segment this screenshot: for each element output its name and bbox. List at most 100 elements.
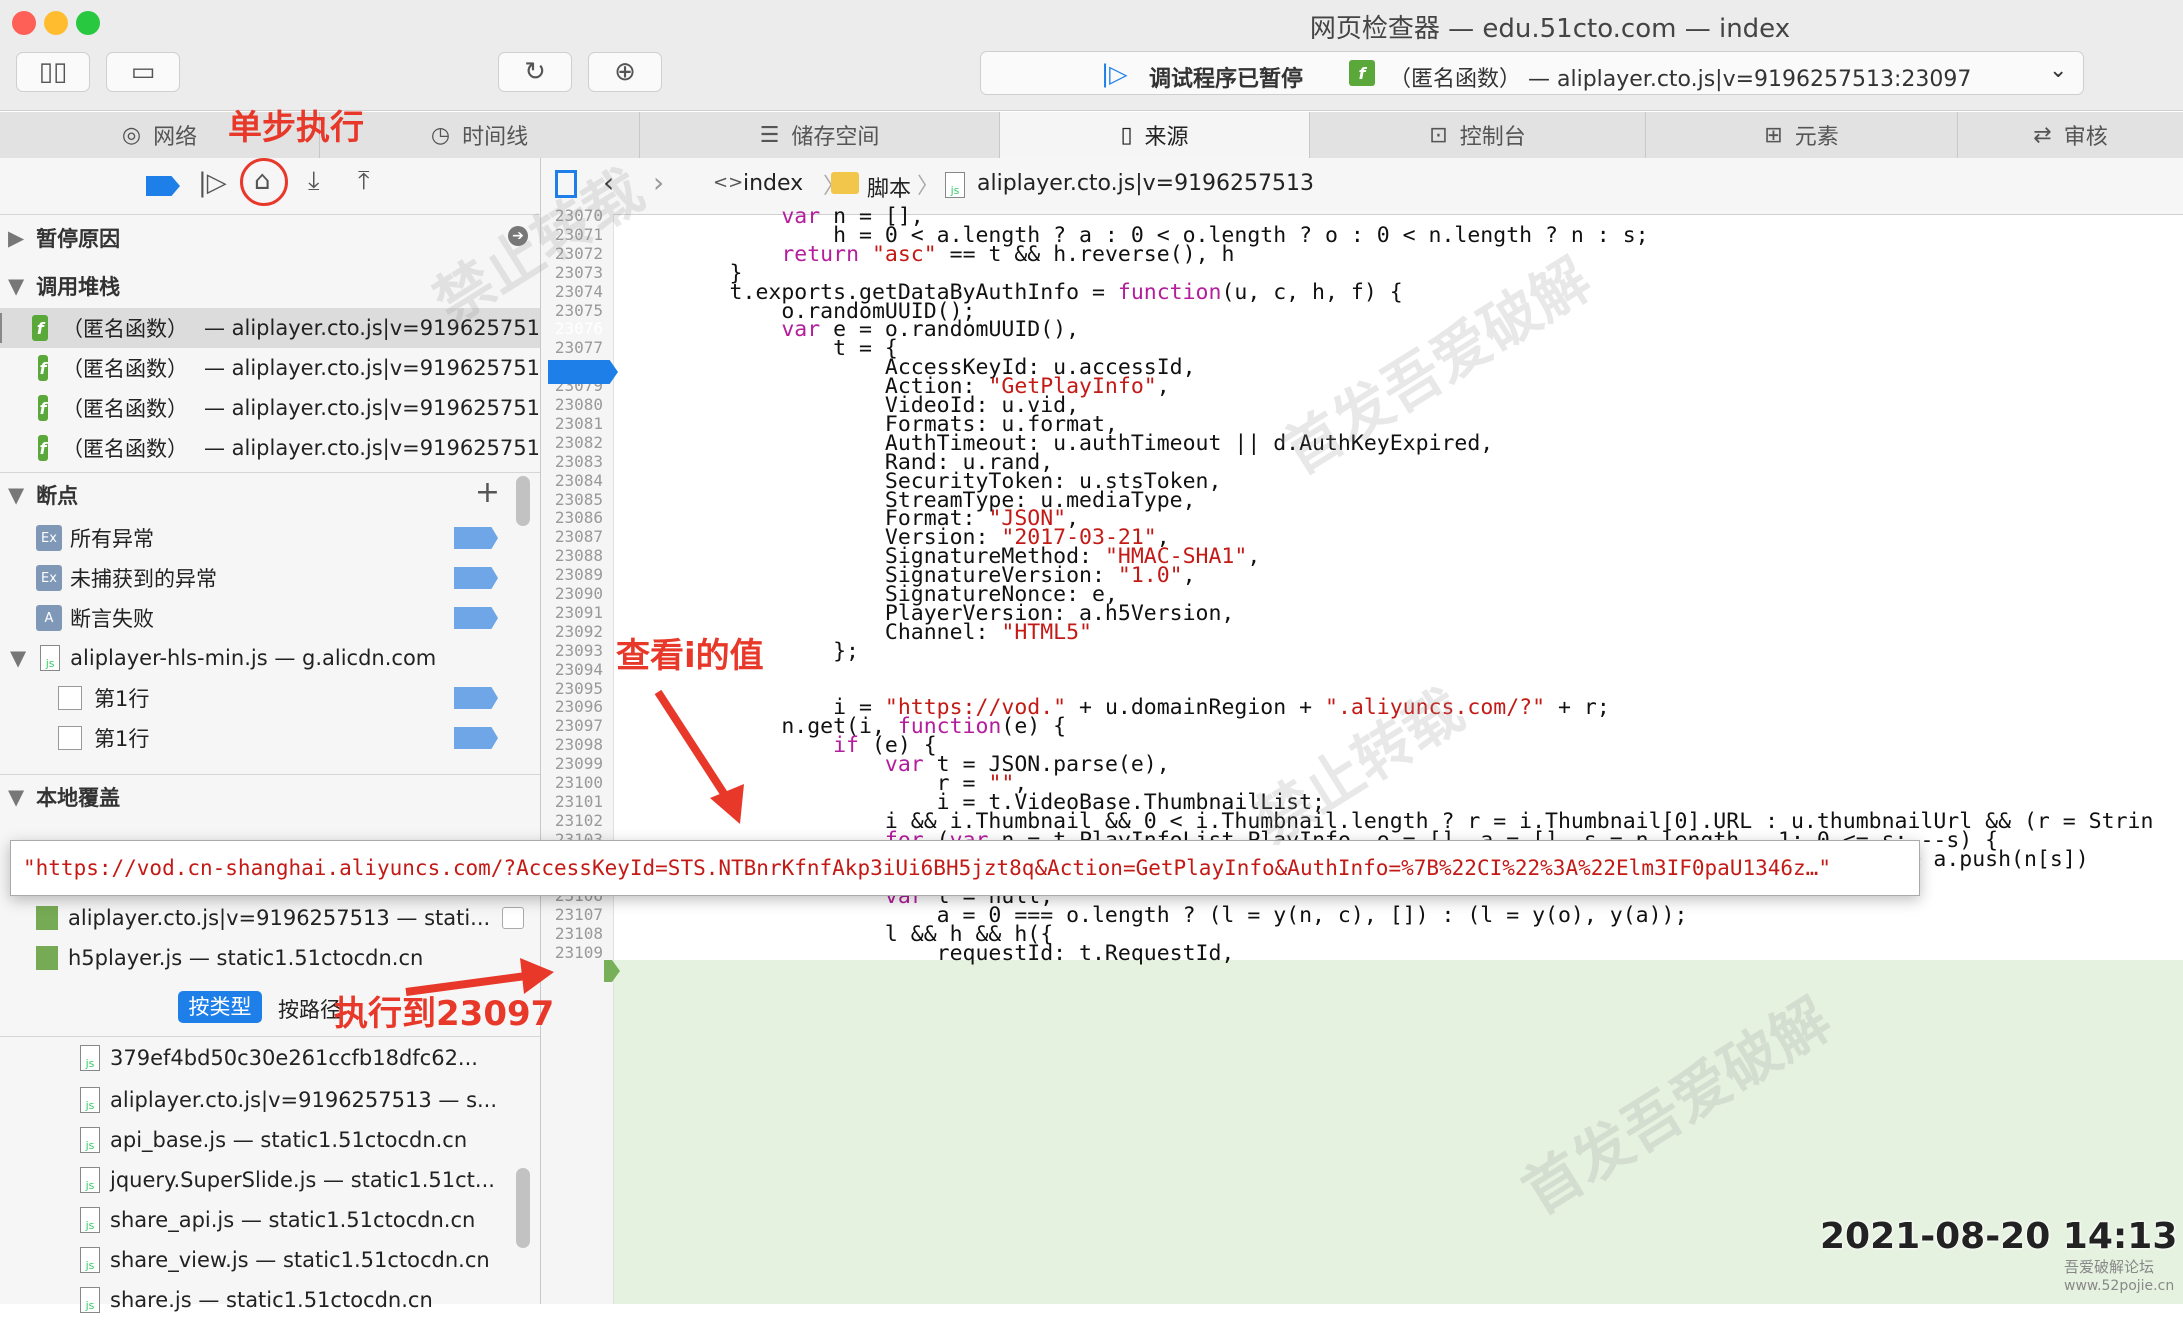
breakpoint-marker-icon[interactable] (548, 360, 618, 384)
line-number[interactable]: 23088 (541, 546, 603, 565)
line-number[interactable]: 23108 (541, 924, 603, 943)
breadcrumb-file[interactable]: aliplayer.cto.js|v=9196257513 (977, 171, 1314, 196)
breakpoint-marker-icon[interactable] (454, 527, 498, 549)
chevron-down-icon[interactable]: ⌄ (2049, 58, 2067, 83)
breakpoint-item[interactable]: Ex 所有异常 (0, 518, 540, 558)
line-number[interactable]: 23101 (541, 792, 603, 811)
file-item[interactable]: js share_api.js — static1.51ctocdn.cn (0, 1200, 540, 1240)
file-item[interactable]: js api_base.js — static1.51ctocdn.cn (0, 1120, 540, 1160)
breakpoint-line[interactable]: 第1行 (0, 678, 540, 718)
line-number[interactable]: 23074 (541, 282, 603, 301)
line-number[interactable]: 23089 (541, 565, 603, 584)
filter-by-type-button[interactable]: 按类型 (178, 991, 262, 1023)
line-number[interactable]: 23107 (541, 905, 603, 924)
document-icon: ▯ (1120, 122, 1133, 148)
reload-icon: ↻ (524, 57, 546, 87)
frame-name: （匿名函数） (61, 357, 188, 381)
call-stack-frame[interactable]: f （匿名函数） — aliplayer.cto.js|v=919625751 (0, 428, 540, 468)
line-number[interactable]: 23080 (541, 395, 603, 414)
breakpoint-marker-icon[interactable] (454, 727, 498, 749)
variable-value-popover[interactable]: "https://vod.cn-shanghai.aliyuncs.com/?A… (10, 840, 1920, 896)
breadcrumb-folder[interactable]: 脚本 (867, 171, 911, 203)
tab-elements[interactable]: ⊞ 元素 (1646, 112, 1958, 158)
file-label: share_api.js — static1.51ctocdn.cn (110, 1208, 476, 1232)
file-item[interactable]: js share.js — static1.51ctocdn.cn (0, 1280, 540, 1320)
line-number[interactable]: 23097 (541, 716, 603, 735)
line-number[interactable]: 23082 (541, 433, 603, 452)
js-file-icon: js (80, 1247, 100, 1273)
reload-button[interactable]: ↻ (498, 52, 572, 92)
add-breakpoint-icon[interactable]: + (475, 475, 500, 510)
tab-audit[interactable]: ⇄ 审核 (1958, 112, 2183, 158)
tab-timeline-label: 时间线 (462, 125, 529, 150)
line-number[interactable]: 23076 (541, 319, 603, 338)
call-stack-frame[interactable]: f （匿名函数） — aliplayer.cto.js|v=919625751 (0, 348, 540, 388)
override-label: h5player.js — static1.51ctocdn.cn (68, 946, 424, 970)
line-number[interactable]: 23099 (541, 754, 603, 773)
step-into-icon[interactable]: ⤓ (308, 166, 320, 197)
file-item[interactable]: js share_view.js — static1.51ctocdn.cn (0, 1240, 540, 1280)
line-number[interactable]: 23096 (541, 697, 603, 716)
paused-frame-label: （匿名函数） — aliplayer.cto.js|v=9196257513:2… (1389, 67, 1972, 92)
call-stack-frame[interactable]: f （匿名函数） — aliplayer.cto.js|v=919625751 (0, 388, 540, 428)
minimize-window-button[interactable] (44, 11, 68, 35)
download-button[interactable]: ⊕ (588, 52, 662, 92)
dock-bottom-button[interactable]: ▭ (106, 52, 180, 92)
line-number[interactable]: 23095 (541, 679, 603, 698)
filter-by-path-button[interactable]: 按路径 (278, 994, 341, 1024)
dock-bottom-icon: ▭ (130, 57, 156, 87)
tab-console[interactable]: ⊡ 控制台 (1310, 112, 1646, 158)
breakpoint-line[interactable]: 第1行 (0, 718, 540, 758)
line-number[interactable]: 23084 (541, 471, 603, 490)
file-item[interactable]: js aliplayer.cto.js|v=9196257513 — s... (0, 1080, 540, 1120)
step-out-icon[interactable]: ⤒ (358, 166, 370, 197)
line-number[interactable]: 23075 (541, 301, 603, 320)
dock-side-button[interactable]: ▯▯ (16, 52, 90, 92)
breakpoint-marker-icon[interactable] (454, 687, 498, 709)
line-number[interactable]: 23092 (541, 622, 603, 641)
continue-button-icon[interactable]: |▷ (198, 168, 227, 198)
local-overrides-label: 本地覆盖 (36, 786, 121, 810)
line-number[interactable]: 23077 (541, 338, 603, 357)
line-number[interactable]: 23091 (541, 603, 603, 622)
chevron-down-icon: ▼ (10, 646, 27, 670)
forward-icon[interactable]: › (653, 166, 664, 199)
tab-storage[interactable]: ☰ 储存空间 (640, 112, 1000, 158)
line-number[interactable]: 23090 (541, 584, 603, 603)
local-overrides-header[interactable]: ▼ 本地覆盖 (0, 774, 540, 819)
breakpoint-item[interactable]: Ex 未捕获到的异常 (0, 558, 540, 598)
line-number[interactable]: 23098 (541, 735, 603, 754)
scrollbar[interactable] (516, 1168, 530, 1248)
breakpoint-marker-icon[interactable] (454, 607, 498, 629)
file-label: api_base.js — static1.51ctocdn.cn (110, 1128, 468, 1152)
override-item[interactable]: aliplayer.cto.js|v=9196257513 — stati... (0, 898, 540, 938)
scrollbar[interactable] (516, 476, 530, 526)
line-number[interactable]: 23093 (541, 641, 603, 660)
breakpoint-marker-icon[interactable] (454, 567, 498, 589)
line-number[interactable]: 23102 (541, 811, 603, 830)
file-item[interactable]: js 379ef4bd50c30e261ccfb18dfc62... (0, 1038, 540, 1078)
line-number[interactable]: 23085 (541, 490, 603, 509)
frame-location: — aliplayer.cto.js|v=919625751 (203, 436, 540, 460)
breakpoints-toggle-icon[interactable] (146, 176, 180, 196)
breakpoints-header[interactable]: ▼ 断点 + (0, 472, 540, 517)
line-number[interactable]: 23081 (541, 414, 603, 433)
file-item[interactable]: js jquery.SuperSlide.js — static1.51ct... (0, 1160, 540, 1200)
watermark-url: www.52pojie.cn (2064, 1278, 2175, 1294)
breakpoint-file[interactable]: ▼ js aliplayer-hls-min.js — g.alicdn.com (0, 638, 540, 678)
override-checkbox[interactable] (502, 907, 524, 929)
close-window-button[interactable] (12, 11, 36, 35)
breadcrumb-root[interactable]: index (743, 171, 803, 196)
exception-icon: Ex (36, 565, 62, 591)
line-number[interactable]: 23083 (541, 452, 603, 471)
function-icon: f (38, 435, 48, 461)
line-number[interactable]: 23086 (541, 508, 603, 527)
line-number[interactable]: 23100 (541, 773, 603, 792)
breakpoint-item[interactable]: A 断言失败 (0, 598, 540, 638)
zoom-window-button[interactable] (76, 11, 100, 35)
debugger-status-bar[interactable]: |▷ 调试程序已暂停 f （匿名函数） — aliplayer.cto.js|v… (980, 51, 2084, 95)
line-number[interactable]: 23094 (541, 660, 603, 679)
tab-timeline[interactable]: ◷ 时间线 (320, 112, 640, 158)
line-number[interactable]: 23087 (541, 527, 603, 546)
tab-sources[interactable]: ▯ 来源 (1000, 112, 1310, 158)
